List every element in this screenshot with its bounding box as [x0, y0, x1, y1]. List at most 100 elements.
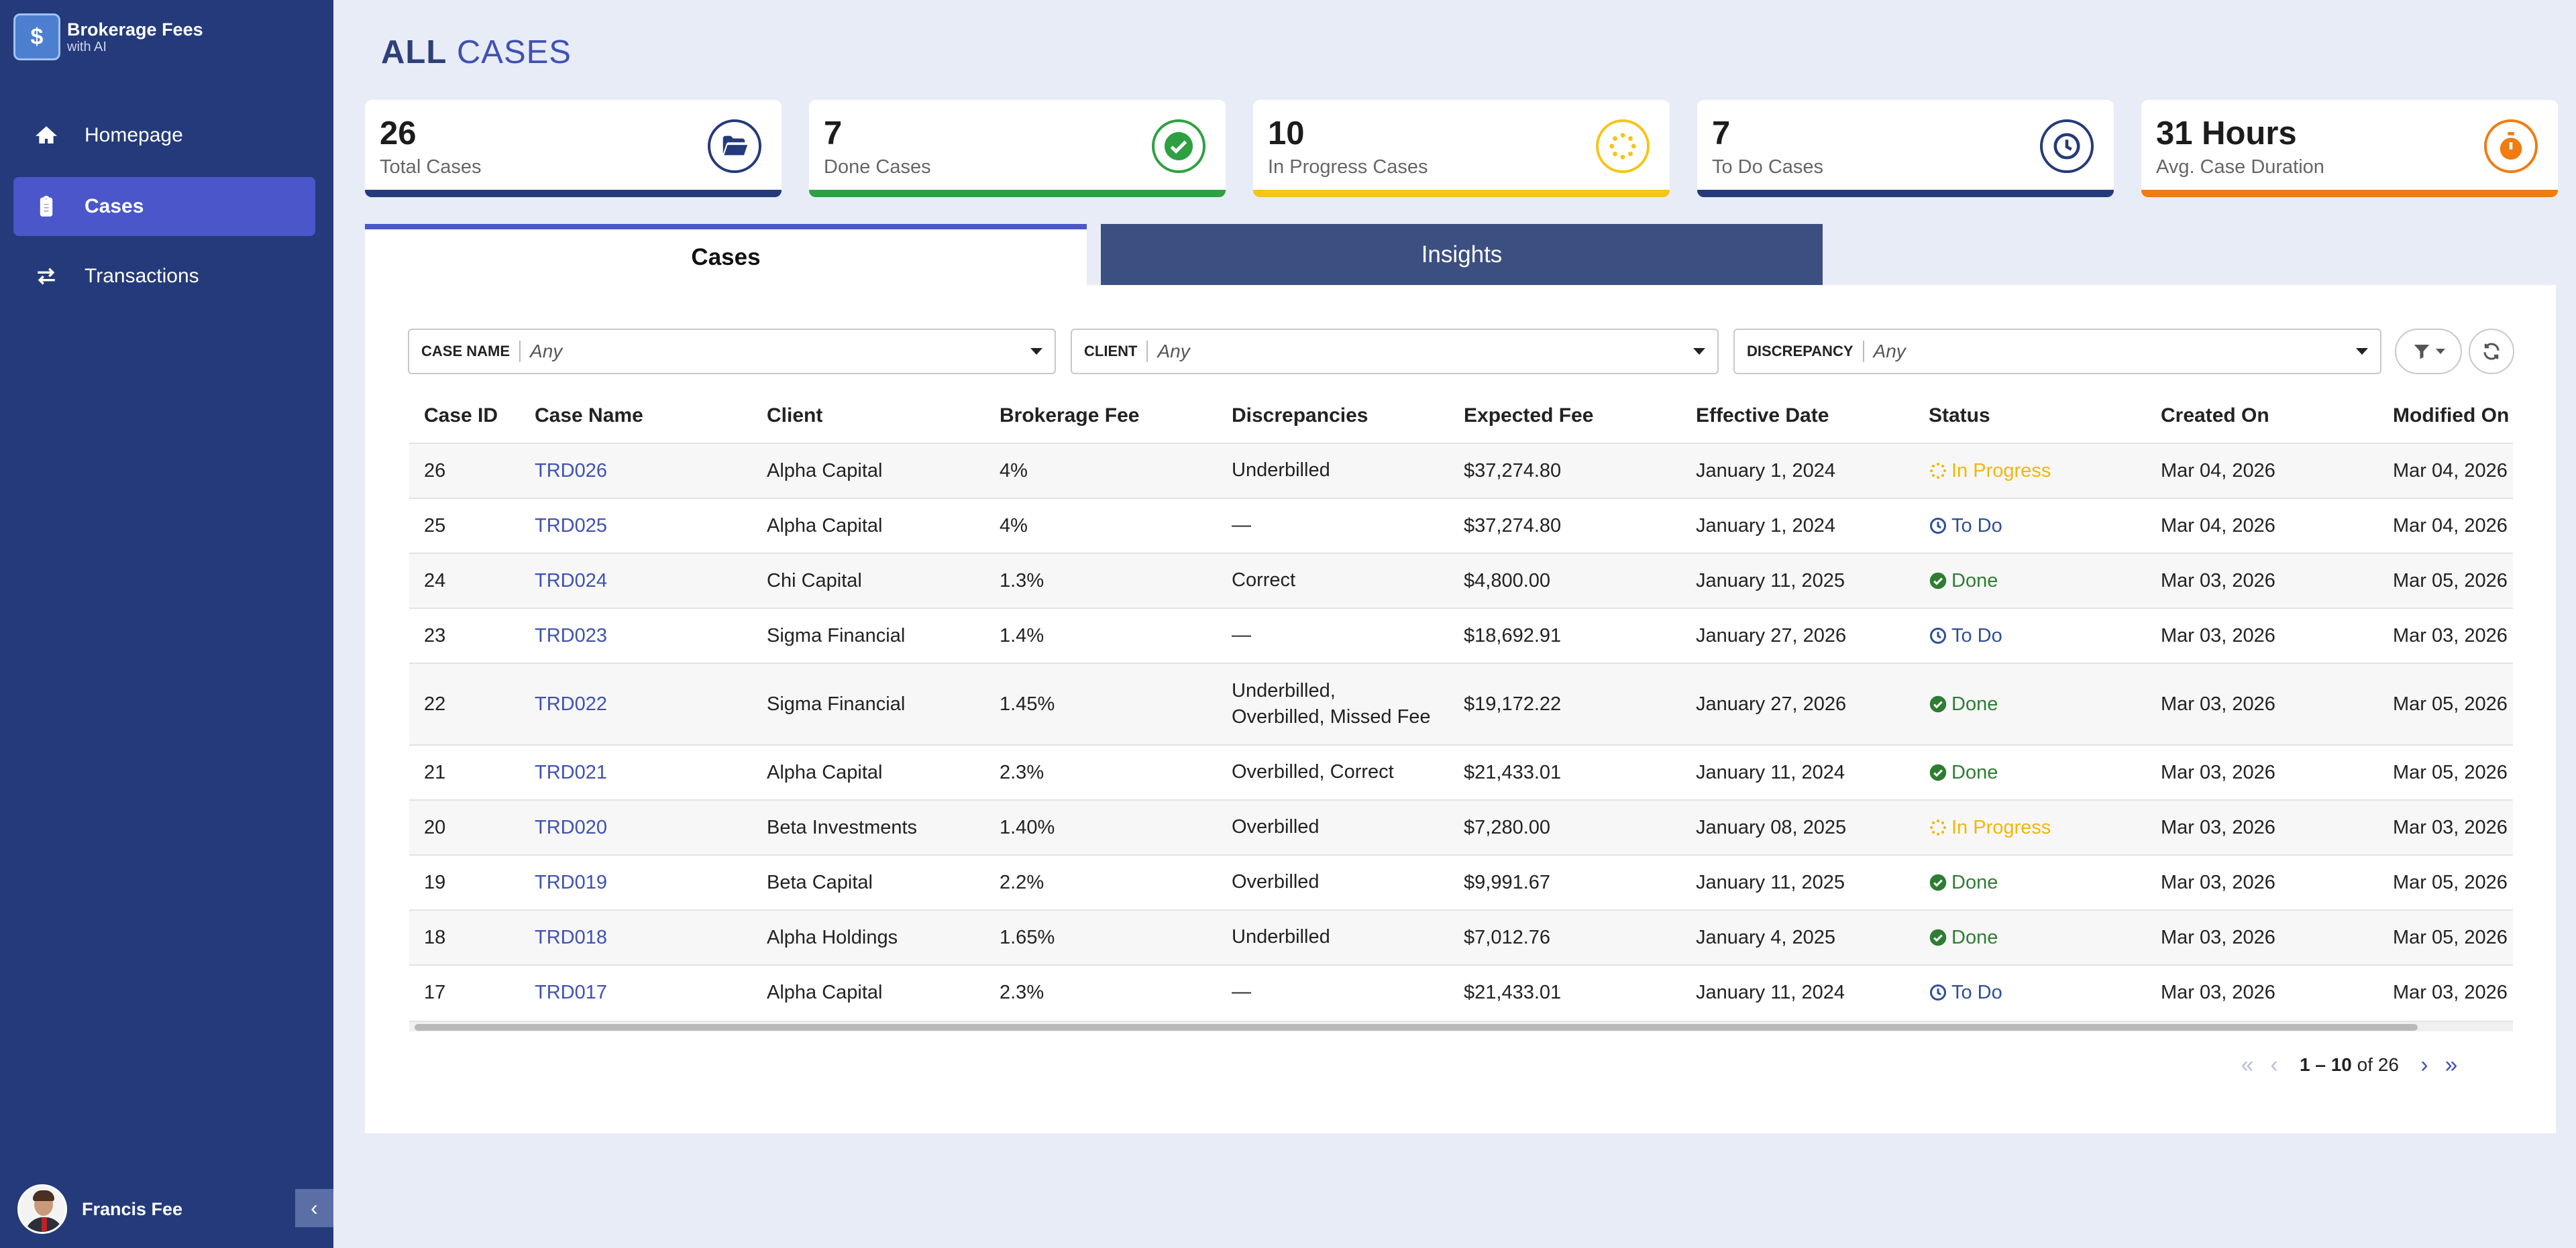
cell-modified-on: Mar 04, 2026 [2393, 514, 2508, 536]
last-page-button[interactable]: » [2438, 1052, 2465, 1078]
stat-card-total: 26 Total Cases [365, 100, 782, 197]
home-icon [32, 121, 60, 150]
column-header-case-id[interactable]: Case ID [424, 404, 498, 427]
clock-icon [1929, 517, 1947, 534]
tab-cases[interactable]: Cases [365, 224, 1087, 285]
cell-case-id: 17 [424, 981, 446, 1003]
table-row[interactable]: 19 TRD019 Beta Capital 2.2% Overbilled $9,991… [409, 854, 2513, 909]
column-header-status[interactable]: Status [1929, 404, 1990, 427]
page-range: 1 – 10 of 26 [2300, 1054, 2399, 1076]
refresh-button[interactable] [2469, 329, 2514, 374]
table-row[interactable]: 21 TRD021 Alpha Capital 2.3% Overbilled, Cor… [409, 744, 2513, 799]
clock-icon [1929, 984, 1947, 1001]
cell-case-name[interactable]: TRD019 [535, 872, 607, 894]
stat-label: To Do Cases [1712, 156, 1824, 178]
cell-discrepancies: Correct [1232, 569, 1296, 591]
sidebar-item-homepage[interactable]: Homepage [13, 106, 315, 165]
cell-brokerage-fee: 4% [1000, 514, 1028, 536]
discrepancy-filter[interactable]: DISCREPANCY Any [1733, 329, 2381, 374]
table-row[interactable]: 23 TRD023 Sigma Financial 1.4% — $18,692.91 Ja… [409, 608, 2513, 663]
column-header-client[interactable]: Client [767, 404, 822, 427]
spinner-icon [1596, 119, 1650, 173]
chevron-left-icon: ‹ [311, 1196, 318, 1220]
cell-created-on: Mar 04, 2026 [2161, 514, 2275, 536]
column-header-created-on[interactable]: Created On [2161, 404, 2269, 427]
cell-client: Alpha Capital [767, 459, 883, 481]
cell-brokerage-fee: 1.45% [1000, 693, 1055, 715]
cell-discrepancies: — [1232, 624, 1251, 646]
cell-modified-on: Mar 04, 2026 [2393, 459, 2508, 481]
clock-icon [1929, 627, 1947, 644]
check-circle-icon [1929, 929, 1947, 946]
horizontal-scrollbar[interactable] [409, 1021, 2513, 1031]
stat-bar [1697, 190, 2114, 197]
check-circle-icon [1929, 695, 1947, 713]
status-text: Done [1951, 693, 1998, 715]
cell-created-on: Mar 03, 2026 [2161, 816, 2275, 838]
logo-title: Brokerage Fees [67, 19, 203, 40]
column-header-effective-date[interactable]: Effective Date [1696, 404, 1829, 427]
cell-created-on: Mar 03, 2026 [2161, 871, 2275, 893]
client-filter[interactable]: CLIENT Any [1071, 329, 1719, 374]
stat-value: 10 [1268, 115, 1305, 152]
cell-discrepancies: Underbilled [1232, 459, 1330, 481]
cell-case-name[interactable]: TRD025 [535, 515, 607, 537]
cell-case-name[interactable]: TRD026 [535, 460, 607, 482]
prev-page-button[interactable]: ‹ [2261, 1052, 2288, 1078]
stat-value: 7 [1712, 115, 1731, 152]
cell-case-name[interactable]: TRD024 [535, 570, 607, 592]
cell-client: Chi Capital [767, 569, 862, 591]
first-page-button[interactable]: « [2234, 1052, 2261, 1078]
table-row[interactable]: 22 TRD022 Sigma Financial 1.45% Underbilled,… [409, 663, 2513, 744]
cell-brokerage-fee: 4% [1000, 459, 1028, 481]
scrollbar-thumb[interactable] [415, 1024, 2418, 1031]
cell-modified-on: Mar 05, 2026 [2393, 761, 2508, 783]
sidebar-item-cases[interactable]: Cases [13, 177, 315, 236]
case-name-filter[interactable]: CASE NAME Any [408, 329, 1056, 374]
table-row[interactable]: 20 TRD020 Beta Investments 1.40% Overbilled $… [409, 799, 2513, 854]
app-logo[interactable]: $ Brokerage Fees with AI [13, 13, 203, 60]
tab-insights[interactable]: Insights [1101, 224, 1823, 285]
stat-bar [365, 190, 782, 197]
cell-effective-date: January 11, 2024 [1696, 981, 1845, 1003]
cell-expected-fee: $19,172.22 [1464, 693, 1562, 715]
spinner-icon [1929, 819, 1947, 836]
stat-card-in-progress: 10 In Progress Cases [1253, 100, 1670, 197]
cell-client: Alpha Holdings [767, 926, 898, 948]
cell-effective-date: January 4, 2025 [1696, 926, 1835, 948]
table-row[interactable]: 26 TRD026 Alpha Capital 4% Underbilled $37,27… [409, 443, 2513, 498]
column-header-discrepancies[interactable]: Discrepancies [1232, 402, 1368, 430]
folder-open-icon [708, 119, 761, 173]
cell-case-name[interactable]: TRD023 [535, 625, 607, 647]
user-profile[interactable]: Francis Fee [17, 1184, 182, 1234]
status-text: Done [1951, 569, 1998, 591]
clipboard-icon [32, 192, 60, 221]
table-row[interactable]: 17 TRD017 Alpha Capital 2.3% — $21,433.01 Janu… [409, 964, 2513, 1019]
cell-case-name[interactable]: TRD022 [535, 693, 607, 716]
cell-case-name[interactable]: TRD017 [535, 982, 607, 1004]
column-header-case-name[interactable]: Case Name [535, 404, 643, 427]
table-row[interactable]: 24 TRD024 Chi Capital 1.3% Correct $4,800.00 J… [409, 553, 2513, 608]
page-title: ALL CASES [381, 34, 572, 71]
page-range-of: of [2357, 1054, 2373, 1075]
column-header-brokerage-fee[interactable]: Brokerage Fee [1000, 404, 1139, 427]
table-row[interactable]: 25 TRD025 Alpha Capital 4% — $37,274.80 Januar… [409, 498, 2513, 553]
cell-status: Done [1929, 762, 1998, 784]
status-text: Done [1951, 926, 1998, 948]
column-header-modified-on[interactable]: Modified On [2393, 404, 2509, 427]
collapse-sidebar-button[interactable]: ‹ [295, 1189, 333, 1227]
spinner-icon [1929, 462, 1947, 479]
next-page-button[interactable]: › [2411, 1052, 2438, 1078]
column-header-expected-fee[interactable]: Expected Fee [1464, 404, 1593, 427]
filter-menu-button[interactable] [2395, 329, 2462, 374]
stopwatch-icon [2484, 119, 2538, 173]
cell-case-name[interactable]: TRD018 [535, 927, 607, 949]
cell-case-name[interactable]: TRD021 [535, 762, 607, 784]
cell-effective-date: January 1, 2024 [1696, 514, 1835, 536]
sidebar-item-transactions[interactable]: Transactions [13, 247, 315, 306]
sidebar: $ Brokerage Fees with AI Homepage Cases … [0, 0, 333, 1248]
cell-case-name[interactable]: TRD020 [535, 817, 607, 839]
table-row[interactable]: 18 TRD018 Alpha Holdings 1.65% Underbilled $7… [409, 909, 2513, 964]
cell-expected-fee: $21,433.01 [1464, 981, 1562, 1003]
avatar [17, 1184, 67, 1234]
